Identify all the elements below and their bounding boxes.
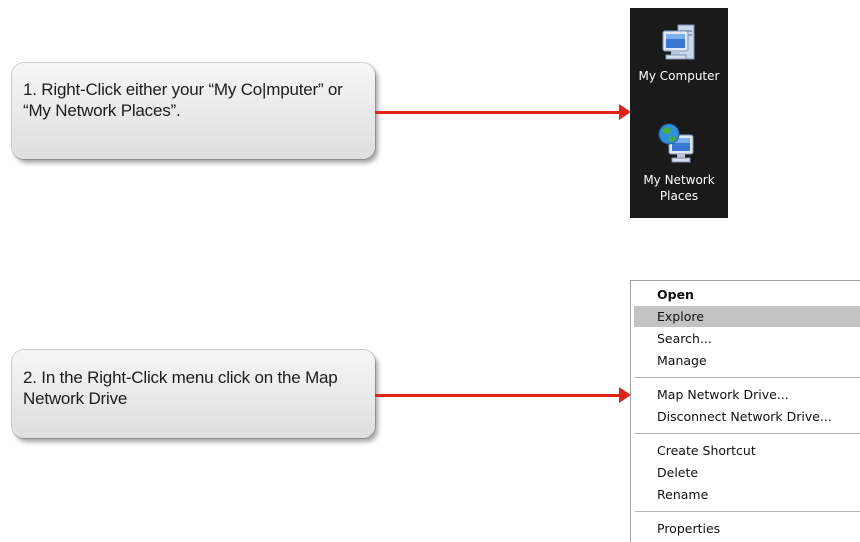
step-1-arrow-line [375,111,620,114]
menu-item-delete[interactable]: Delete [634,462,860,483]
desktop-panel: My Computer My Network Places [630,8,728,218]
menu-separator [635,433,860,434]
step-2-callout: 2. In the Right-Click menu click on the … [12,350,375,438]
menu-item-manage[interactable]: Manage [634,350,860,371]
desktop-item-my-computer[interactable]: My Computer [630,22,728,84]
instruction-page: 1. Right-Click either your “My Co|mputer… [0,0,860,542]
menu-separator [635,377,860,378]
computer-icon [662,24,695,60]
menu-item-explore[interactable]: Explore [634,306,860,327]
menu-item-properties[interactable]: Properties [634,518,860,539]
menu-item-rename[interactable]: Rename [634,484,860,505]
menu-item-open[interactable]: Open [634,284,860,305]
desktop-label-my-network-places-line1: My Network [643,173,715,187]
step-1-text-line2: “My Network Places”. [23,101,181,120]
step-1-text-line1: 1. Right-Click either your “My Co|mputer… [23,80,343,99]
menu-item-map-network-drive[interactable]: Map Network Drive... [634,384,860,405]
desktop-label-my-network-places-line2: Places [659,189,699,203]
menu-separator [635,511,860,512]
step-2-text-line1: 2. In the Right-Click menu click on the … [23,368,338,387]
step-2-text-line2: Network Drive [23,389,128,408]
step-1-callout: 1. Right-Click either your “My Co|mputer… [12,63,375,159]
desktop-label-my-computer: My Computer [638,69,720,83]
network-places-icon [658,123,694,163]
step-2-arrow-line [375,394,620,397]
context-menu: Open Explore Search... Manage Map Networ… [630,280,860,542]
menu-item-disconnect-network-drive[interactable]: Disconnect Network Drive... [634,406,860,427]
menu-item-search[interactable]: Search... [634,328,860,349]
menu-item-create-shortcut[interactable]: Create Shortcut [634,440,860,461]
desktop-item-my-network-places[interactable]: My Network Places [630,122,728,204]
